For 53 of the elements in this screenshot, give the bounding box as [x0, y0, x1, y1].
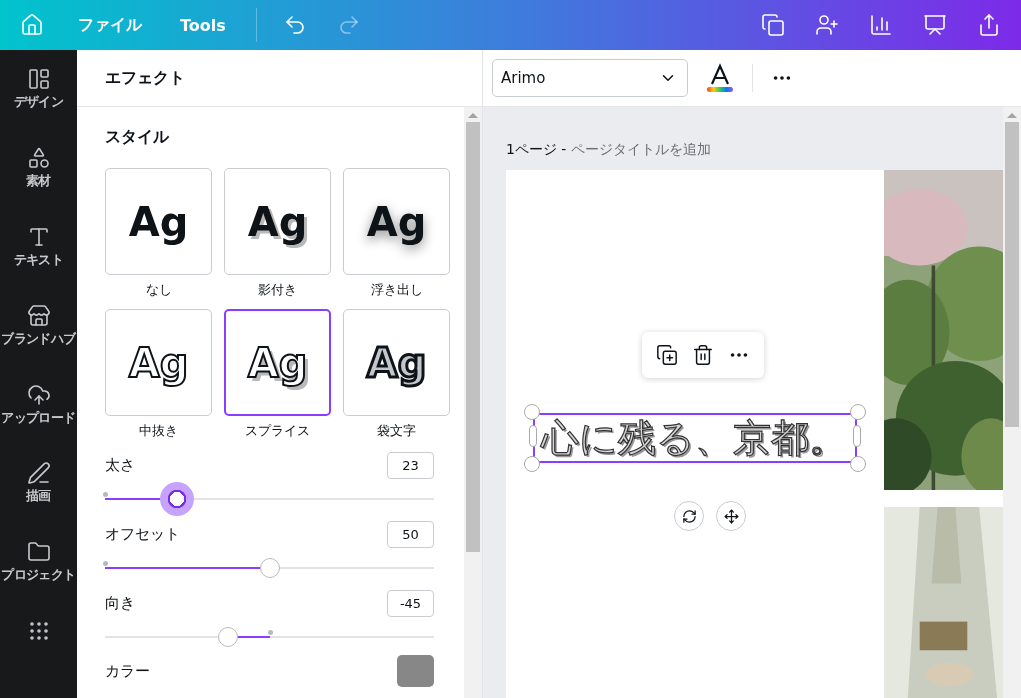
slider[interactable]	[105, 481, 434, 517]
pen-icon	[26, 461, 51, 486]
move-icon	[723, 508, 739, 524]
section-title: スタイル	[105, 127, 170, 148]
style-option[interactable]: Ag	[343, 168, 450, 275]
slider-label: 向き	[105, 594, 135, 613]
style-label: 袋文字	[377, 422, 416, 440]
layout-icon	[26, 67, 51, 91]
style-label: スプライス	[245, 422, 310, 440]
move-button[interactable]	[716, 501, 746, 531]
sidebar-label[interactable]: アップロード	[1, 409, 76, 427]
scrollbar[interactable]	[464, 107, 482, 698]
sidebar-label[interactable]: ブランドハブ	[1, 330, 76, 348]
slider-thumb[interactable]	[160, 482, 195, 516]
page-label: 1ページ -	[506, 141, 567, 159]
style-option[interactable]: Ag	[224, 168, 331, 275]
page-title-link[interactable]: ページタイトルを追加	[571, 141, 712, 159]
slider-label: 太さ	[105, 456, 135, 475]
value-field[interactable]: 23	[387, 452, 434, 479]
cloud-upload-icon	[26, 382, 51, 407]
sidebar-label[interactable]: デザイン	[13, 94, 64, 111]
resize-handle[interactable]	[853, 425, 861, 447]
rotate-button[interactable]	[674, 501, 704, 531]
value-field[interactable]: 50	[387, 521, 434, 548]
style-label: 中抜き	[139, 422, 178, 440]
style-option[interactable]: Ag	[105, 168, 212, 275]
style-option[interactable]: Ag	[105, 309, 212, 416]
font-dropdown[interactable]: Arimo	[492, 59, 688, 97]
storefront-icon	[26, 303, 51, 328]
sidebar-label[interactable]: プロジェクト	[1, 567, 76, 585]
slider-thumb[interactable]	[218, 627, 239, 647]
style-option[interactable]: Ag	[224, 309, 331, 416]
shapes-icon	[26, 145, 51, 170]
sidebar-label[interactable]: 描画	[26, 488, 51, 506]
sidebar-label[interactable]: 素材	[26, 172, 51, 190]
resize-handle[interactable]	[524, 456, 540, 472]
value-field[interactable]: -45	[387, 590, 434, 617]
style-label: なし	[145, 281, 172, 299]
resize-handle[interactable]	[529, 425, 537, 447]
color-swatch[interactable]	[397, 655, 434, 687]
style-label: 浮き出し	[370, 281, 423, 299]
resize-handle[interactable]	[850, 456, 866, 472]
style-option[interactable]: Ag	[343, 309, 450, 416]
slider-thumb[interactable]	[259, 558, 280, 578]
resize-handle[interactable]	[850, 404, 866, 420]
scrollbar[interactable]	[1003, 107, 1021, 698]
sidebar-label[interactable]: テキスト	[13, 251, 64, 269]
rotate-icon	[681, 508, 697, 524]
color-label: カラー	[105, 661, 150, 681]
slider-label: オフセット	[105, 525, 180, 544]
panel-title: エフェクト	[105, 67, 185, 89]
resize-handle[interactable]	[524, 404, 540, 420]
style-label: 影付き	[258, 281, 297, 299]
